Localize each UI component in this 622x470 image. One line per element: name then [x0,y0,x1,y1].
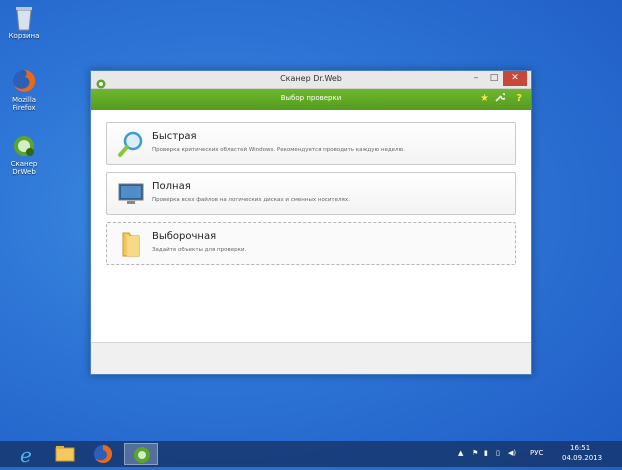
drweb-icon[interactable] [124,443,158,465]
desktop-icon-label: DrWeb [12,168,36,176]
firefox-icon [11,68,37,94]
system-tray: ▲ ⚑ ▮ ▯ ◀) РУС 16:51 04.09.2013 [458,444,618,464]
desktop-icon-label: Сканер [10,160,38,168]
desktop-icon-label: Mozilla [11,96,37,104]
minimize-button[interactable]: – [469,71,483,86]
custom-scan-option[interactable]: Выборочная Задайте объекты для проверки. [106,222,516,265]
scan-options-panel: Быстрая Проверка критических областей Wi… [91,110,531,358]
desktop-icon-drweb[interactable]: Сканер DrWeb [4,132,44,176]
window-title: Сканер Dr.Web [280,74,342,83]
close-button[interactable]: ✕ [503,71,527,86]
svg-text:e: e [20,443,32,465]
internet-explorer-icon[interactable]: e [12,443,42,467]
flag-icon[interactable]: ⚑ [472,449,478,457]
maximize-button[interactable]: □ [487,71,501,86]
header-title: Выбор проверки [280,94,342,102]
tray-arrow-icon[interactable]: ▲ [458,449,463,457]
clock-date[interactable]: 04.09.2013 [562,454,602,462]
clock-time[interactable]: 16:51 [570,444,590,452]
desktop: Корзина Mozilla Firefox Сканер DrWeb Ска… [0,0,622,467]
window-titlebar[interactable]: Сканер Dr.Web – □ ✕ [91,71,531,89]
drweb-scanner-window: Сканер Dr.Web – □ ✕ Выбор проверки ★ ? Б… [90,70,532,375]
option-description: Проверка критических областей Windows. Р… [152,147,405,153]
monitor-icon [117,180,145,208]
folder-icon [117,230,145,258]
option-title: Быстрая [152,131,197,142]
file-explorer-icon[interactable] [50,443,80,465]
taskbar: e ▲ ⚑ ▮ ▯ ◀) РУС 16:51 04.09.2013 [0,441,622,467]
network-icon[interactable]: ▮ [484,449,488,457]
battery-icon[interactable]: ▯ [496,449,500,457]
drweb-scanner-icon [11,132,37,158]
desktop-icon-label: Корзина [8,32,40,40]
desktop-icon-firefox[interactable]: Mozilla Firefox [4,68,44,112]
desktop-icon-recycle-bin[interactable]: Корзина [4,4,44,40]
header-bar: Выбор проверки ★ ? [91,89,531,110]
language-indicator[interactable]: РУС [530,449,543,457]
help-icon[interactable]: ? [516,92,522,106]
option-description: Задайте объекты для проверки. [152,247,247,253]
volume-icon[interactable]: ◀) [508,449,516,457]
window-footer [91,342,531,374]
option-title: Полная [152,181,191,192]
recycle-bin-icon [11,4,37,31]
quick-scan-option[interactable]: Быстрая Проверка критических областей Wi… [106,122,516,165]
option-description: Проверка всех файлов на логических диска… [152,197,350,203]
settings-wrench-icon[interactable] [495,92,507,107]
desktop-icon-label: Firefox [12,104,36,112]
full-scan-option[interactable]: Полная Проверка всех файлов на логически… [106,172,516,215]
star-icon[interactable]: ★ [480,92,489,106]
magnifier-icon [117,130,145,158]
firefox-taskbar-icon[interactable] [88,443,118,465]
option-title: Выборочная [152,231,217,242]
